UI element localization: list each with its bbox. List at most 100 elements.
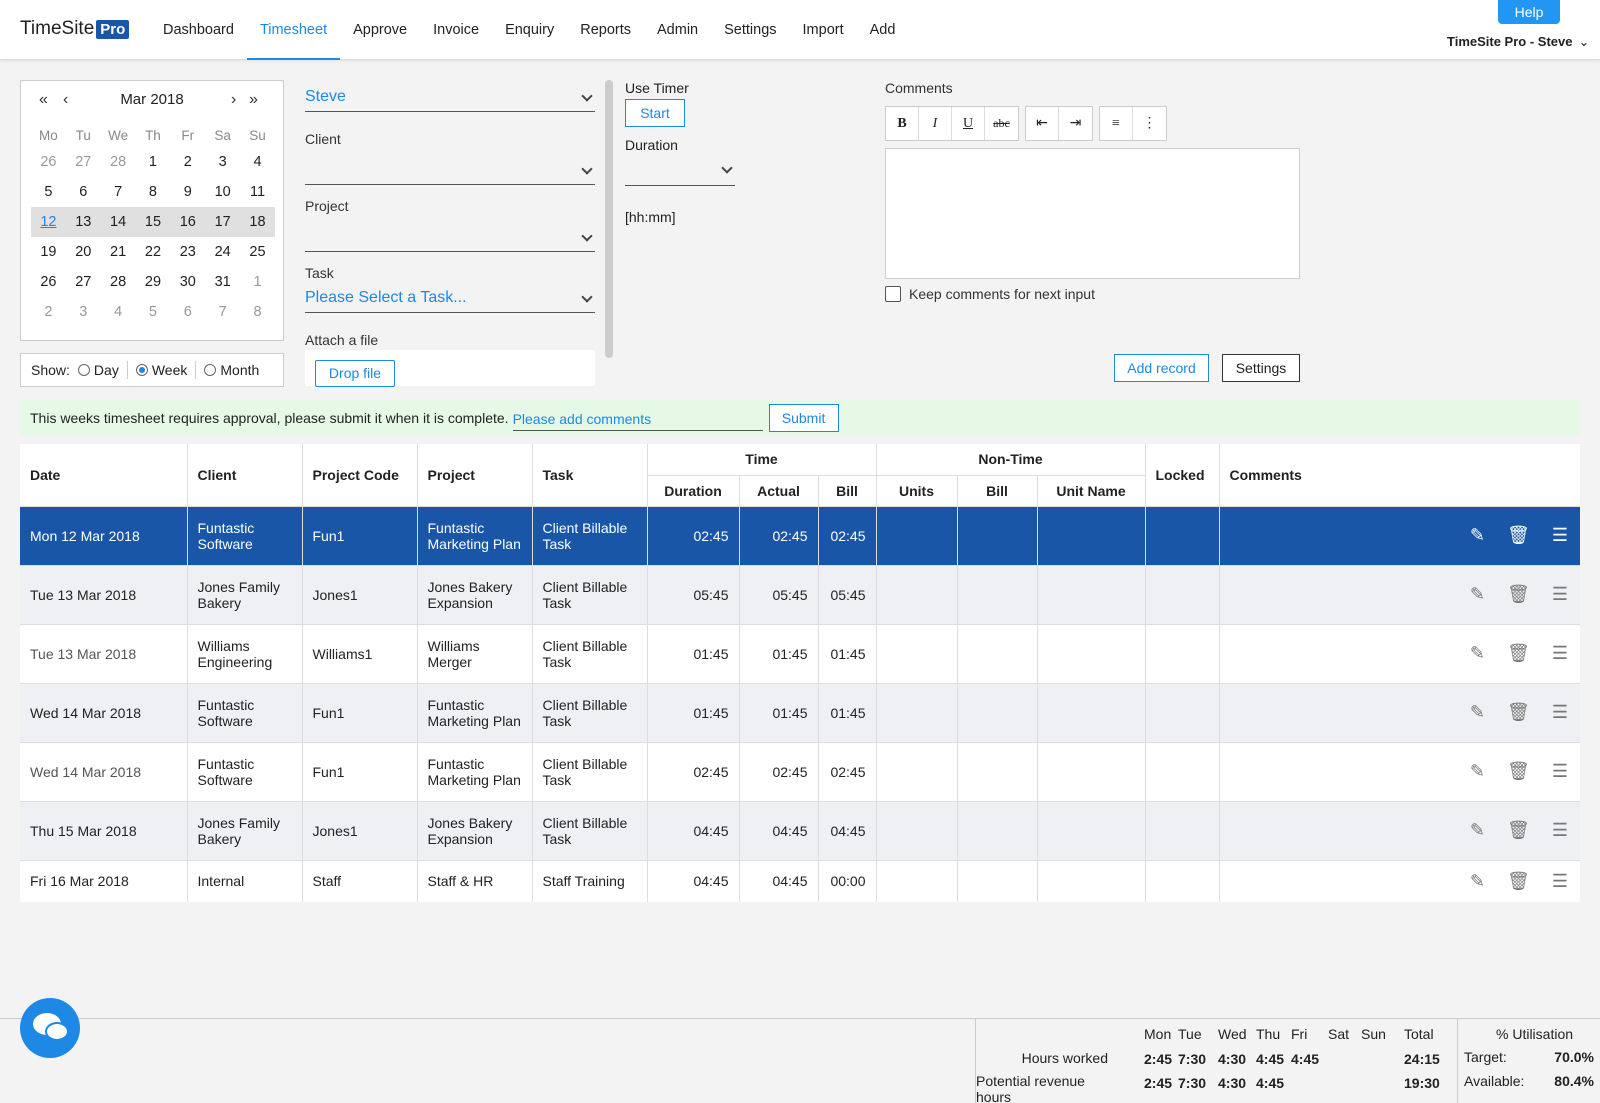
calendar-day[interactable]: 14 bbox=[101, 207, 136, 237]
underline-button[interactable]: U bbox=[952, 107, 985, 140]
calendar-day[interactable]: 21 bbox=[101, 237, 136, 267]
nav-invoice[interactable]: Invoice bbox=[420, 0, 492, 60]
pencil-icon[interactable]: ✎ bbox=[1470, 820, 1485, 841]
add-record-button[interactable]: Add record bbox=[1114, 354, 1209, 382]
calendar-day[interactable]: 1 bbox=[240, 267, 275, 297]
nav-timesheet[interactable]: Timesheet bbox=[246, 0, 341, 60]
client-select[interactable] bbox=[305, 159, 595, 185]
calendar-day[interactable]: 28 bbox=[101, 147, 136, 177]
ordered-list-icon[interactable]: ≡ bbox=[1100, 107, 1133, 140]
keep-comments-checkbox[interactable] bbox=[885, 286, 901, 302]
table-row[interactable]: Tue 13 Mar 2018 Williams Engineering Willi… bbox=[20, 623, 1580, 683]
table-row[interactable]: Fri 16 Mar 2018 Internal Staff Staff & HR St… bbox=[20, 859, 1580, 902]
calendar-day[interactable]: 28 bbox=[101, 267, 136, 297]
radio-day[interactable] bbox=[77, 364, 90, 376]
col-date[interactable]: Date bbox=[20, 444, 188, 506]
calendar-day[interactable]: 15 bbox=[136, 207, 171, 237]
nav-approve[interactable]: Approve bbox=[340, 0, 420, 60]
pencil-icon[interactable]: ✎ bbox=[1470, 584, 1485, 605]
calendar-day[interactable]: 11 bbox=[240, 177, 275, 207]
project-select[interactable] bbox=[305, 226, 595, 252]
calendar-day[interactable]: 5 bbox=[31, 177, 66, 207]
table-row[interactable]: Wed 14 Mar 2018 Funtastic Software Fun1 Fun… bbox=[20, 741, 1580, 801]
calendar-day[interactable]: 19 bbox=[31, 237, 66, 267]
calendar-week[interactable]: 5 6 7 8 9 10 11 bbox=[31, 177, 275, 207]
strikethrough-button[interactable]: abc bbox=[985, 107, 1018, 140]
submit-button[interactable]: Submit bbox=[768, 404, 839, 432]
calendar-day[interactable]: 16 bbox=[170, 207, 205, 237]
col-bill[interactable]: Bill bbox=[818, 474, 877, 506]
calendar-day[interactable]: 3 bbox=[205, 147, 240, 177]
show-day-option[interactable]: Day bbox=[77, 362, 119, 378]
menu-icon[interactable]: ☰ bbox=[1552, 584, 1568, 605]
start-timer-button[interactable]: Start bbox=[625, 99, 685, 127]
comments-editor[interactable] bbox=[885, 148, 1300, 279]
calendar-day[interactable]: 24 bbox=[205, 237, 240, 267]
menu-icon[interactable]: ☰ bbox=[1552, 525, 1568, 546]
calendar-day[interactable]: 13 bbox=[66, 207, 101, 237]
calendar-day[interactable]: 10 bbox=[205, 177, 240, 207]
radio-week[interactable] bbox=[135, 364, 148, 376]
nav-dashboard[interactable]: Dashboard bbox=[150, 0, 247, 60]
task-select[interactable]: Please Select a Task... bbox=[305, 287, 595, 313]
duration-select[interactable] bbox=[625, 160, 735, 186]
calendar-day[interactable]: 8 bbox=[240, 297, 275, 327]
calendar-day[interactable]: 26 bbox=[31, 147, 66, 177]
menu-icon[interactable]: ☰ bbox=[1552, 643, 1568, 664]
menu-icon[interactable]: ☰ bbox=[1552, 761, 1568, 782]
show-week-option[interactable]: Week bbox=[135, 362, 187, 378]
calendar-day[interactable]: 7 bbox=[205, 297, 240, 327]
calendar-day[interactable]: 8 bbox=[136, 177, 171, 207]
keep-comments-option[interactable]: Keep comments for next input bbox=[885, 286, 1095, 302]
col-locked[interactable]: Locked bbox=[1145, 444, 1220, 506]
bullet-list-icon[interactable]: ⋮ bbox=[1133, 107, 1166, 140]
calendar-day[interactable]: 4 bbox=[101, 297, 136, 327]
trash-icon[interactable]: 🗑 bbox=[1507, 871, 1530, 892]
table-row[interactable]: Tue 13 Mar 2018 Jones Family Bakery Jones1… bbox=[20, 564, 1580, 624]
col-actual[interactable]: Actual bbox=[739, 474, 819, 506]
trash-icon[interactable]: 🗑 bbox=[1507, 820, 1530, 841]
calendar-week[interactable]: 12 13 14 15 16 17 18 bbox=[31, 207, 275, 237]
approval-comment-input[interactable]: Please add comments bbox=[512, 405, 763, 431]
calendar-week[interactable]: 26 27 28 1 2 3 4 bbox=[31, 147, 275, 177]
user-menu[interactable]: TimeSite Pro - Steve ⌄ bbox=[1447, 34, 1589, 50]
calendar-day[interactable]: 26 bbox=[31, 267, 66, 297]
nav-enquiry[interactable]: Enquiry bbox=[492, 0, 567, 60]
menu-icon[interactable]: ☰ bbox=[1552, 820, 1568, 841]
bold-button[interactable]: B bbox=[886, 107, 919, 140]
calendar-day[interactable]: 18 bbox=[240, 207, 275, 237]
col-project[interactable]: Project bbox=[417, 444, 533, 506]
calendar-day[interactable]: 12 bbox=[31, 207, 66, 237]
italic-button[interactable]: I bbox=[919, 107, 952, 140]
settings-button[interactable]: Settings bbox=[1222, 354, 1300, 382]
calendar-week[interactable]: 19 20 21 22 23 24 25 bbox=[31, 237, 275, 267]
col-unit-name[interactable]: Unit Name bbox=[1037, 474, 1146, 506]
calendar-day[interactable]: 25 bbox=[240, 237, 275, 267]
nav-add[interactable]: Add bbox=[857, 0, 909, 60]
calendar-day[interactable]: 4 bbox=[240, 147, 275, 177]
calendar-day[interactable]: 17 bbox=[205, 207, 240, 237]
calendar-day[interactable]: 5 bbox=[136, 297, 171, 327]
nav-settings[interactable]: Settings bbox=[711, 0, 789, 60]
nav-reports[interactable]: Reports bbox=[567, 0, 644, 60]
calendar-day[interactable]: 27 bbox=[66, 147, 101, 177]
trash-icon[interactable]: 🗑 bbox=[1507, 525, 1530, 546]
calendar-day[interactable]: 27 bbox=[66, 267, 101, 297]
col-project-code[interactable]: Project Code bbox=[302, 444, 418, 506]
radio-month[interactable] bbox=[204, 364, 217, 376]
pencil-icon[interactable]: ✎ bbox=[1470, 871, 1485, 892]
calendar-day[interactable]: 2 bbox=[31, 297, 66, 327]
col-task[interactable]: Task bbox=[532, 444, 648, 506]
calendar-week[interactable]: 2345678 bbox=[31, 297, 275, 327]
calendar-day[interactable]: 22 bbox=[136, 237, 171, 267]
calendar-week[interactable]: 26 27 28 29 30 31 1 bbox=[31, 267, 275, 297]
pencil-icon[interactable]: ✎ bbox=[1470, 761, 1485, 782]
trash-icon[interactable]: 🗑 bbox=[1507, 584, 1530, 605]
col-comments[interactable]: Comments bbox=[1219, 444, 1580, 506]
calendar-day[interactable]: 29 bbox=[136, 267, 171, 297]
calendar-day[interactable]: 30 bbox=[170, 267, 205, 297]
menu-icon[interactable]: ☰ bbox=[1552, 871, 1568, 892]
table-row[interactable]: Thu 15 Mar 2018 Jones Family Bakery Jones1… bbox=[20, 800, 1580, 860]
calendar-day[interactable]: 6 bbox=[66, 177, 101, 207]
calendar-day[interactable]: 23 bbox=[170, 237, 205, 267]
